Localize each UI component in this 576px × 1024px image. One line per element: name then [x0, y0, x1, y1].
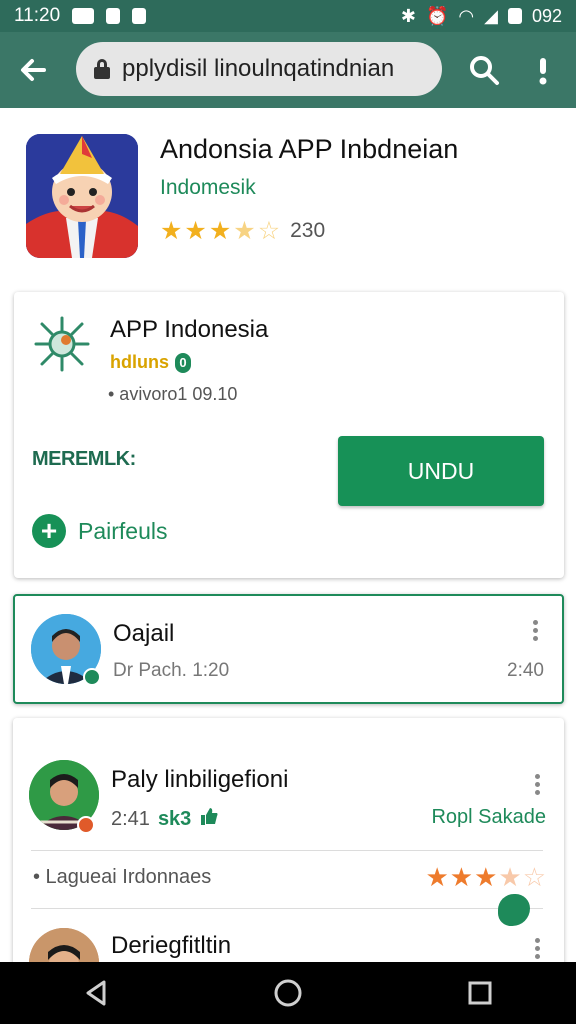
alarm-icon: ⏰: [425, 5, 449, 26]
half-star-icon: ★: [498, 862, 522, 892]
battery-text: 092: [531, 5, 562, 26]
app-logo[interactable]: [26, 134, 138, 258]
card-label: MEREMLK:: [32, 448, 136, 470]
star-icon: ★: [160, 217, 183, 245]
status-bar: 11:20 ✱ ⏰ ◠ ◢ 092: [0, 0, 576, 32]
item-menu-icon[interactable]: [530, 620, 540, 641]
online-status-icon: [83, 668, 101, 686]
contact-name: Paly linbiligefioni: [111, 766, 289, 793]
star-outline-icon: ☆: [522, 862, 546, 892]
rating-stars: ★ ★ ★ ★ ☆ 230: [160, 216, 325, 246]
card-subtitle-text: hdluns: [110, 352, 169, 372]
plus-icon: +: [32, 514, 66, 548]
install-button[interactable]: UNDU: [338, 436, 544, 506]
rating-count: 230: [290, 219, 326, 242]
star-outline-icon: ☆: [257, 217, 281, 245]
developer-link[interactable]: Indomesik: [160, 176, 256, 200]
card-app-subtitle: hdluns 0: [110, 352, 191, 373]
search-icon[interactable]: [466, 52, 502, 88]
more-options-icon[interactable]: [528, 50, 558, 90]
star-icon: ★: [425, 862, 449, 892]
card-app-title: APP Indonesia: [110, 316, 269, 343]
contact-time: 2:40: [507, 660, 544, 681]
contact-name: Oajail: [113, 620, 175, 647]
star-icon: ★: [184, 217, 207, 245]
lock-icon: [94, 59, 110, 79]
add-label: Pairfeuls: [78, 517, 168, 544]
verified-badge: 0: [175, 352, 191, 373]
divider: [31, 850, 543, 851]
nav-back-icon[interactable]: [76, 973, 116, 1013]
app-bar: pplydisil linoulnqatindnian: [0, 32, 576, 108]
star-icon: ★: [449, 862, 474, 892]
url-field[interactable]: pplydisil linoulnqatindnian: [76, 42, 442, 96]
thumbs-up-icon: [199, 806, 219, 832]
notification-icon: [106, 8, 121, 24]
list-item[interactable]: Oajail Dr Pach. 1:20 2:40: [13, 594, 564, 704]
signal-icon: ◢: [484, 5, 498, 26]
keyboard-icon: [72, 8, 95, 24]
contact-name: Deriegfitltin: [111, 932, 232, 959]
notification-icon: [132, 8, 147, 24]
contact-subtitle: Dr Pach. 1:20: [113, 660, 230, 681]
nav-recents-icon[interactable]: [460, 973, 500, 1013]
status-dot-icon: [77, 816, 95, 834]
back-arrow-icon[interactable]: [14, 50, 54, 90]
divider: [31, 908, 543, 909]
item-menu-icon[interactable]: [532, 938, 542, 959]
contact-time: 2:41: [111, 807, 150, 830]
item-menu-icon[interactable]: [532, 774, 542, 795]
star-icon: ★: [474, 862, 498, 892]
star-icon: ★: [208, 217, 232, 245]
url-text: pplydisil linoulnqatindnian: [122, 55, 395, 82]
nav-home-icon[interactable]: [268, 973, 308, 1013]
navigation-bar: [0, 962, 576, 1024]
status-time: 11:20: [14, 5, 61, 26]
add-participants-row[interactable]: + Pairfeuls: [32, 514, 167, 548]
app-small-icon: [32, 314, 92, 374]
card-app-meta: • avivoro1 09.10: [108, 384, 238, 404]
app-header: Andonsia APP Inbdneian Indomesik ★ ★ ★ ★…: [0, 108, 576, 278]
contact-meta: 2:41 sk3: [111, 806, 219, 832]
half-star-icon: ★: [233, 217, 256, 245]
contact-list-card: Paly linbiligefioni 2:41 sk3 Ropl Sakade…: [13, 718, 564, 998]
contact-tag: sk3: [157, 807, 192, 830]
battery-icon: [507, 8, 522, 24]
app-title: Andonsia APP Inbdneian: [160, 134, 459, 164]
row-rating-stars: ★ ★ ★ ★ ☆: [425, 862, 546, 893]
app-info-card: APP Indonesia hdluns 0 • avivoro1 09.10 …: [14, 292, 564, 578]
row-label: • Lagueai Irdonnaes: [33, 866, 212, 888]
wifi-icon: ◠: [458, 5, 475, 26]
bluetooth-icon: ✱: [400, 5, 416, 26]
contact-link[interactable]: Ropl Sakade: [431, 806, 546, 829]
